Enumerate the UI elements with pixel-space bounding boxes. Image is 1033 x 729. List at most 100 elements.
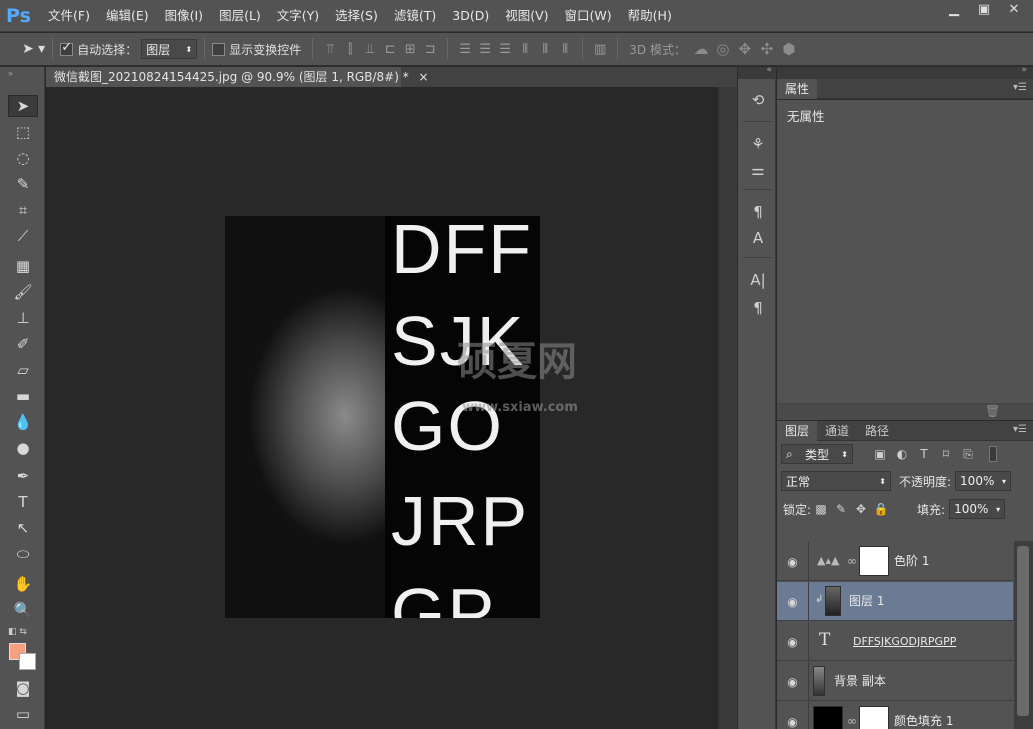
rotate-3d-icon[interactable]: ☁ [690, 40, 712, 58]
visibility-eye-icon[interactable]: ◉ [777, 622, 809, 661]
paragraph-panel-icon[interactable]: ¶ [746, 297, 770, 319]
tab-paths[interactable]: 路径 [857, 421, 897, 441]
align-bottom-icon[interactable]: ⫫ [360, 40, 380, 58]
menu-image[interactable]: 图像(I) [157, 0, 211, 32]
layer-mask-thumbnail[interactable] [859, 546, 889, 576]
align-left-icon[interactable]: ⊏ [380, 40, 400, 58]
brush-panel-icon[interactable]: ⚌ [746, 159, 770, 181]
align-right-icon[interactable]: ⊐ [420, 40, 440, 58]
eyedropper-tool-icon[interactable]: ⟋ [8, 225, 38, 247]
panel-menu-icon[interactable]: ▾☰ [1013, 424, 1027, 435]
lock-transparent-icon[interactable]: ▩ [811, 500, 831, 518]
dropdown-arrow-icon[interactable]: ▾ [996, 505, 1000, 514]
menu-filter[interactable]: 滤镜(T) [386, 0, 444, 32]
brush-presets-icon[interactable]: ⚘ [746, 133, 770, 155]
visibility-eye-icon[interactable]: ◉ [777, 702, 809, 729]
tab-channels[interactable]: 通道 [817, 421, 857, 441]
menu-view[interactable]: 视图(V) [497, 0, 556, 32]
tab-layers[interactable]: 图层 [777, 421, 818, 441]
align-vcenter-icon[interactable]: ⫿ [340, 40, 360, 58]
distribute-vcenter-icon[interactable]: ☰ [475, 40, 495, 58]
healing-brush-tool-icon[interactable]: ▦ [8, 255, 38, 277]
layer-row-levels[interactable]: ◉ ▲▴▲ ∞ 色阶 1 [777, 542, 1013, 581]
opacity-input[interactable]: 100% ▾ [955, 471, 1012, 491]
menu-type[interactable]: 文字(Y) [269, 0, 327, 32]
lock-image-icon[interactable]: ✎ [831, 500, 851, 518]
default-colors-icon[interactable]: ◧ ⇆ [8, 627, 27, 637]
hand-tool-icon[interactable]: ✋ [8, 573, 38, 595]
move-tool-icon[interactable]: ➤ [8, 95, 38, 117]
panel-menu-icon[interactable]: ▾☰ [1013, 82, 1027, 93]
background-color-swatch[interactable] [19, 653, 36, 670]
distribute-bottom-icon[interactable]: ☰ [495, 40, 515, 58]
distribute-left-icon[interactable]: ⦀ [515, 40, 535, 58]
filter-smart-object-icon[interactable]: ⎘ [957, 445, 979, 463]
layer-row-layer-1[interactable]: ◉ ↲ 图层 1 [777, 582, 1013, 621]
lasso-tool-icon[interactable]: ◌ [8, 147, 38, 169]
menu-select[interactable]: 选择(S) [327, 0, 386, 32]
menu-file[interactable]: 文件(F) [40, 0, 98, 32]
close-tab-icon[interactable]: × [419, 70, 429, 84]
distribute-right-icon[interactable]: ⦀ [555, 40, 575, 58]
move-tool-preset-icon[interactable]: ➤ ▾ [22, 41, 45, 57]
history-panel-icon[interactable]: ⟲ [746, 89, 770, 111]
filter-toggle[interactable] [989, 446, 997, 462]
lock-position-icon[interactable]: ✥ [851, 500, 871, 518]
blend-mode-dropdown[interactable]: 正常 ⬍ [781, 471, 891, 491]
menu-layer[interactable]: 图层(L) [211, 0, 269, 32]
minimize-icon[interactable]: ▁ [939, 0, 969, 20]
align-hcenter-icon[interactable]: ⊞ [400, 40, 420, 58]
document-tab[interactable]: 微信截图_20210824154425.jpg @ 90.9% (图层 1, R… [46, 67, 429, 87]
menu-edit[interactable]: 编辑(E) [98, 0, 157, 32]
document-image[interactable]: DFF SJK GO JRP GP [225, 216, 540, 618]
mask-link-icon[interactable]: ∞ [847, 714, 857, 728]
show-transform-checkbox[interactable] [212, 42, 226, 56]
auto-align-icon[interactable]: ▥ [590, 40, 610, 58]
zoom-tool-icon[interactable]: 🔍 [8, 599, 38, 621]
type-tool-icon[interactable]: T [8, 491, 38, 513]
auto-select-target-dropdown[interactable]: 图层 ⬍ [141, 39, 198, 59]
quick-mask-icon[interactable]: ◙ [8, 677, 38, 699]
trash-icon[interactable]: 🗑 [985, 404, 1000, 418]
marquee-tool-icon[interactable]: ⬚ [8, 121, 38, 143]
lock-all-icon[interactable]: 🔒 [871, 500, 891, 518]
pen-tool-icon[interactable]: ✒ [8, 465, 38, 487]
vertical-scrollbar[interactable] [718, 87, 737, 729]
menu-window[interactable]: 窗口(W) [557, 0, 620, 32]
filter-pixel-icon[interactable]: ▣ [869, 445, 891, 463]
distribute-hcenter-icon[interactable]: ⦀ [535, 40, 555, 58]
close-icon[interactable]: ✕ [999, 0, 1029, 20]
layer-filter-dropdown[interactable]: ⌕ 类型 ⬍ [781, 444, 853, 464]
collapse-arrows-icon[interactable]: » [8, 69, 13, 78]
align-top-icon[interactable]: ⫪ [320, 40, 340, 58]
slide-3d-icon[interactable]: ✣ [756, 40, 778, 58]
mask-link-icon[interactable]: ∞ [847, 554, 857, 568]
visibility-eye-icon[interactable]: ◉ [777, 662, 809, 701]
tab-properties[interactable]: 属性 [777, 79, 818, 99]
ellipse-tool-icon[interactable]: ⬭ [8, 543, 38, 565]
gradient-tool-icon[interactable]: ▬ [8, 385, 38, 407]
character-panel-icon[interactable]: A| [746, 269, 770, 291]
paragraph-styles-icon[interactable]: ¶ [746, 201, 770, 223]
brush-tool-icon[interactable]: 🖌 [8, 281, 38, 303]
drag-3d-icon[interactable]: ✥ [734, 40, 756, 58]
roll-3d-icon[interactable]: ◎ [712, 40, 734, 58]
layer-mask-thumbnail[interactable] [859, 706, 889, 729]
distribute-top-icon[interactable]: ☰ [455, 40, 475, 58]
visibility-eye-icon[interactable]: ◉ [777, 582, 809, 621]
layer-row-background-copy[interactable]: ◉ 背景 副本 [777, 662, 1013, 701]
path-selection-tool-icon[interactable]: ↖ [8, 517, 38, 539]
character-styles-icon[interactable]: A [746, 227, 770, 249]
screen-mode-icon[interactable]: ▭ [8, 703, 38, 725]
filter-type-icon[interactable]: T [913, 445, 935, 463]
auto-select-checkbox[interactable] [60, 40, 74, 56]
quick-select-tool-icon[interactable]: ✎ [8, 173, 38, 195]
blur-tool-icon[interactable]: 💧 [8, 411, 38, 433]
menu-3d[interactable]: 3D(D) [444, 0, 497, 32]
menu-help[interactable]: 帮助(H) [620, 0, 680, 32]
scrollbar-thumb[interactable] [1017, 546, 1029, 716]
filter-shape-icon[interactable]: ⌑ [935, 445, 957, 463]
dodge-tool-icon[interactable]: ● [8, 437, 38, 459]
visibility-eye-icon[interactable]: ◉ [777, 542, 809, 581]
layers-scrollbar[interactable] [1014, 541, 1033, 729]
